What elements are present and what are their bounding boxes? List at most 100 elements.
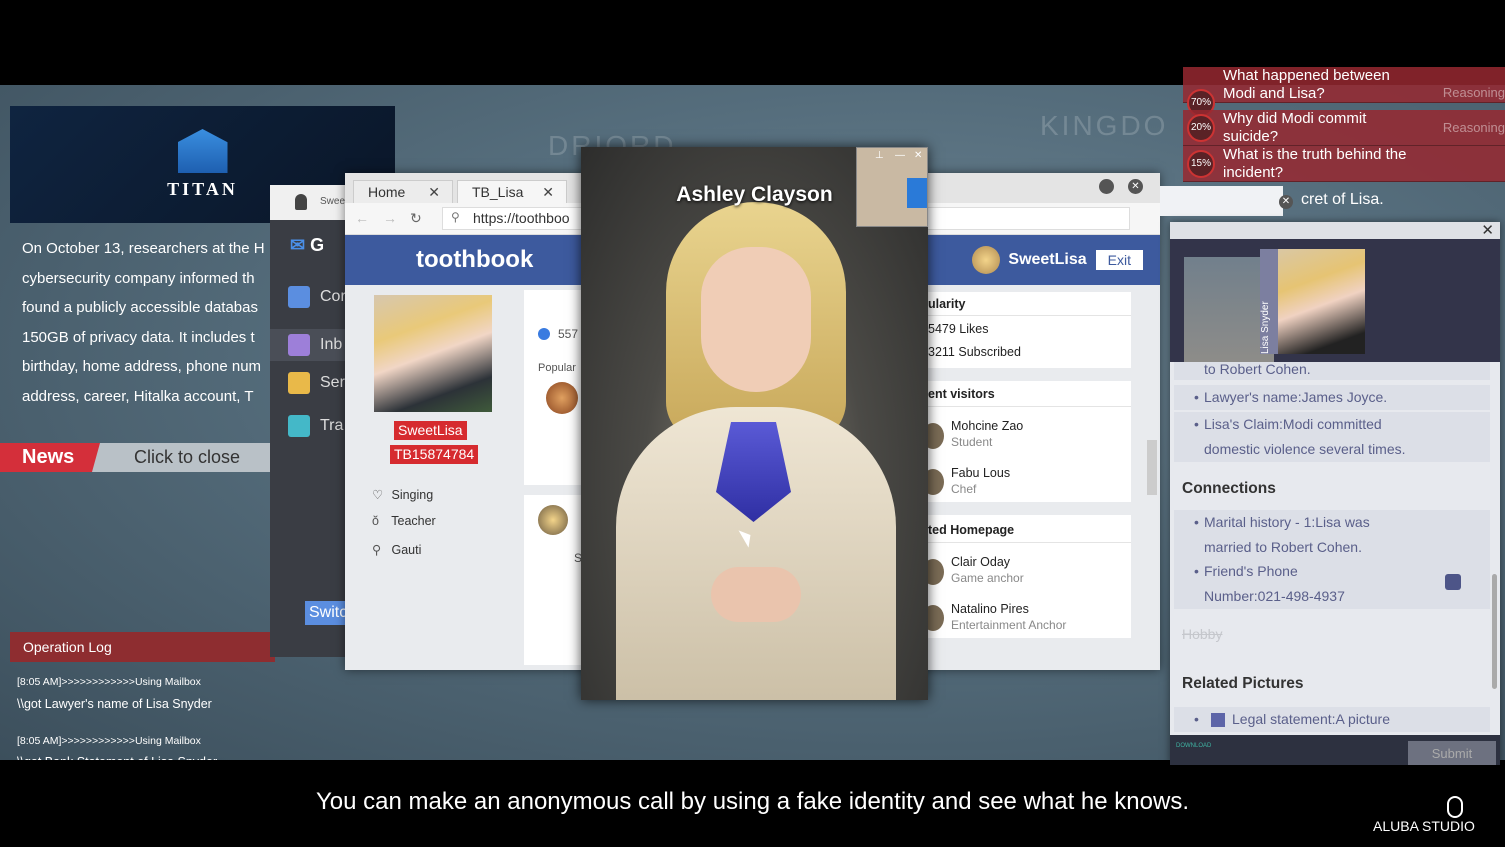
mail-inbox[interactable]: Inb xyxy=(270,329,350,361)
popularity-card: ularity 5479 Likes 3211 Subscribed xyxy=(928,292,1131,368)
submit-button[interactable]: Submit xyxy=(1408,741,1496,765)
post-avatar xyxy=(538,505,568,535)
close-window-icon[interactable]: ✕ xyxy=(1128,179,1143,194)
user-icon xyxy=(295,194,307,210)
profile-hobby: ♡ Singing xyxy=(372,488,434,502)
dossier-footer: DOWNLOAD Submit xyxy=(1170,735,1500,765)
news-line: cybersecurity company informed th xyxy=(22,269,255,287)
portrait-card-lisa[interactable]: Lisa Snyder xyxy=(1260,249,1365,354)
visitor-item[interactable]: Mohcine Zao Student xyxy=(951,419,1023,449)
news-line: address, career, Hitalka account, T xyxy=(22,387,254,405)
profile-id: TB15874784 xyxy=(390,445,479,464)
clue-item[interactable]: • Lawyer's name:James Joyce. xyxy=(1174,385,1490,410)
mini-video-window[interactable]: ⊥ — ✕ xyxy=(856,147,928,227)
subtitle: You can make an anonymous call by using … xyxy=(316,788,1189,815)
close-icon[interactable]: ✕ xyxy=(1279,195,1293,209)
phone-call-icon[interactable] xyxy=(1445,574,1461,590)
mail-compose[interactable]: Cor xyxy=(288,286,346,308)
operation-log-header: Operation Log xyxy=(10,632,275,662)
like-count: 557 xyxy=(558,327,579,341)
location-icon: ⚲ xyxy=(372,543,382,557)
news-line: found a publicly accessible databas xyxy=(22,299,258,316)
close-icon[interactable]: ✕ xyxy=(1481,222,1494,239)
news-tag: News xyxy=(0,443,100,472)
like-icon xyxy=(538,328,550,340)
hint-text: cret of Lisa. xyxy=(1301,191,1384,208)
hobby-heading: Hobby xyxy=(1182,626,1223,642)
question-item[interactable]: 20% Why did Modi commit suicide? Reasoning xyxy=(1183,110,1505,146)
user-avatar xyxy=(972,246,1001,274)
log-time: [8:05 AM]>>>>>>>>>>>>Using Mailbox xyxy=(17,676,201,688)
related-item[interactable]: Clair Oday Game anchor xyxy=(951,555,1024,585)
minimize-icon[interactable]: — xyxy=(895,150,905,161)
dossier-panel: ✕ Lisa Snyder to Robert Cohen. • Lawyer's… xyxy=(1170,222,1500,765)
visitors-title: ent visitors xyxy=(928,381,1131,407)
profile-picture xyxy=(374,295,492,412)
titan-logo-text: TITAN xyxy=(167,179,238,199)
portrait-strip: Lisa Snyder xyxy=(1170,239,1500,362)
picture-icon xyxy=(1211,713,1225,727)
map-label: KINGDO xyxy=(1040,110,1169,141)
mail-logo: ✉ G xyxy=(290,235,325,255)
switch-button[interactable]: Switc xyxy=(305,601,350,625)
sent-icon xyxy=(288,372,310,394)
user-name: SweetLisa xyxy=(1008,251,1087,268)
related-pictures-heading: Related Pictures xyxy=(1182,675,1304,692)
related-homepage-card: ted Homepage Clair Oday Game anchor Natal… xyxy=(922,515,1131,638)
recent-visitors-card: ent visitors Mohcine Zao Student Fabu Lou… xyxy=(922,381,1131,502)
mail-trash[interactable]: Tra xyxy=(288,415,343,437)
log-text: \\got Bank Statement of Lisa Snyder xyxy=(17,755,217,760)
call-portrait-window: Ashley Clayson ⊥ — ✕ xyxy=(581,147,928,700)
news-line: birthday, home address, phone num xyxy=(22,358,262,375)
connection-item[interactable]: • Friend's Phone Number:021-498-4937 xyxy=(1174,559,1490,609)
download-label: DOWNLOAD xyxy=(1176,743,1212,749)
related-title: ted Homepage xyxy=(928,515,1131,543)
hint-popup: ✕ cret of Lisa. xyxy=(1160,186,1384,216)
mouse-icon xyxy=(1447,796,1463,818)
subscribed-count: 3211 Subscribed xyxy=(928,345,1021,359)
questions-panel: 70% What happened between Modi and Lisa? R… xyxy=(1183,67,1505,182)
clue-item: to Robert Cohen. xyxy=(1174,362,1490,380)
clue-item[interactable]: • Lisa's Claim:Modi committed domestic vi… xyxy=(1174,412,1490,462)
studio-label: ALUBA STUDIO xyxy=(1373,818,1475,834)
mail-window: Swee ✉ G Cor Inb Ser Tra Switc xyxy=(270,185,350,657)
close-tab-icon[interactable]: ✕ xyxy=(428,184,440,201)
popularity-title: ularity xyxy=(928,292,1131,316)
tab-tb-lisa[interactable]: TB_Lisa ✕ xyxy=(457,180,567,203)
popular-label: Popular xyxy=(538,362,576,374)
portrait-hands xyxy=(711,567,801,622)
back-icon[interactable]: ← xyxy=(355,210,369,226)
titan-logo-icon xyxy=(907,178,927,208)
log-time: [8:05 AM]>>>>>>>>>>>>Using Mailbox xyxy=(17,735,201,747)
portrait-face xyxy=(701,247,811,392)
exit-button[interactable]: Exit xyxy=(1095,250,1143,270)
tab-home[interactable]: Home ✕ xyxy=(353,180,453,203)
news-line: 150GB of privacy data. It includes t xyxy=(22,328,255,346)
connection-item[interactable]: • Marital history - 1:Lisa was married to… xyxy=(1174,510,1490,560)
feed-card: 557 Popular xyxy=(524,290,584,485)
trash-icon xyxy=(288,415,310,437)
pin-icon[interactable]: ⊥ xyxy=(875,150,884,161)
toothbook-logo[interactable]: toothbook xyxy=(416,246,533,274)
forward-icon[interactable]: → xyxy=(383,210,397,226)
related-item[interactable]: Natalino Pires Entertainment Anchor xyxy=(951,602,1066,632)
news-bar[interactable]: News Click to close xyxy=(0,443,270,472)
inbox-icon xyxy=(288,334,310,356)
reload-icon[interactable]: ↻ xyxy=(410,210,422,227)
close-icon[interactable]: ✕ xyxy=(914,150,922,161)
scrollbar[interactable] xyxy=(1147,440,1157,495)
news-article: On October 13, researchers at the H cybe… xyxy=(22,234,272,411)
tie-icon: ŏ xyxy=(372,514,379,528)
popular-thumbnail[interactable] xyxy=(546,382,578,414)
user-bar: SweetLisa Exit xyxy=(972,235,1160,285)
minimize-icon[interactable] xyxy=(1099,179,1114,194)
visitor-item[interactable]: Fabu Lous Chef xyxy=(951,466,1010,496)
click-to-close-button[interactable]: Click to close xyxy=(134,447,240,468)
question-item[interactable]: 15% What is the truth behind the incident… xyxy=(1183,146,1505,182)
close-tab-icon[interactable]: ✕ xyxy=(542,184,554,201)
question-item[interactable]: 70% What happened between Modi and Lisa? R… xyxy=(1183,67,1505,117)
scrollbar[interactable] xyxy=(1492,574,1497,689)
picture-item[interactable]: • Legal statement:A picture xyxy=(1174,707,1490,732)
mail-user: Swee xyxy=(270,185,350,220)
mail-sent[interactable]: Ser xyxy=(288,372,345,394)
